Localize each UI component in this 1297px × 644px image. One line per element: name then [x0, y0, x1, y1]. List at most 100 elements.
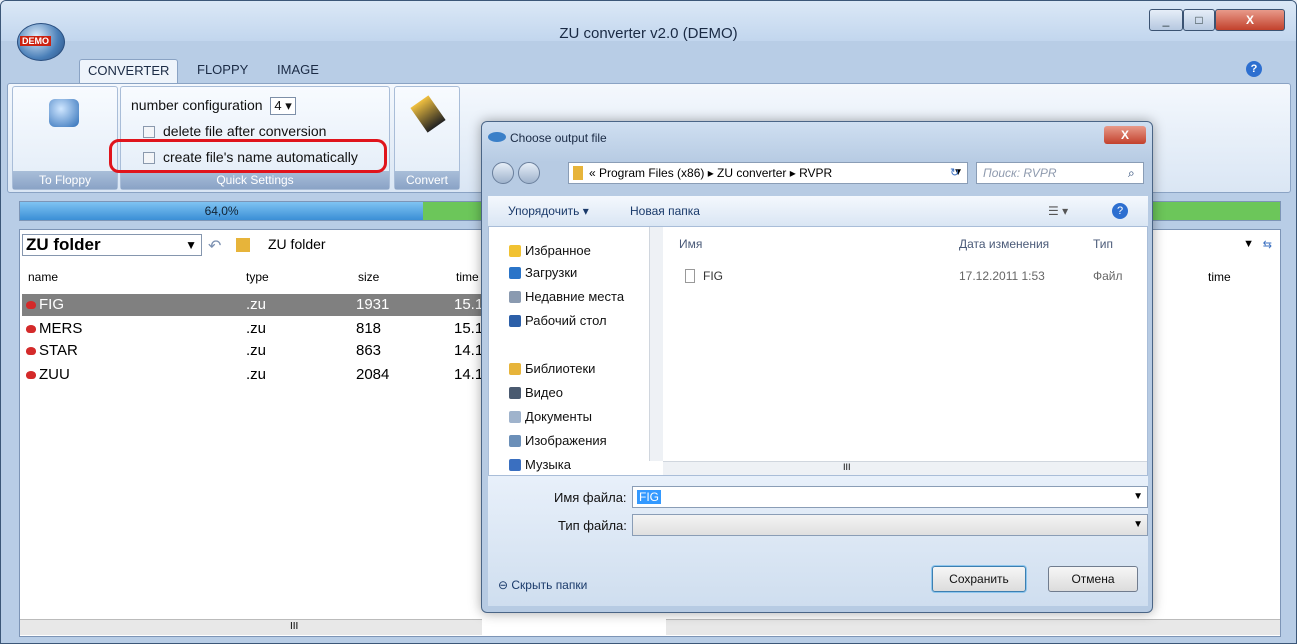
nav-scrollbar[interactable]	[649, 227, 663, 461]
help-icon[interactable]: ?	[1112, 203, 1128, 219]
convert-label: Convert	[395, 171, 459, 189]
libraries-icon	[509, 363, 521, 375]
documents-icon	[509, 411, 521, 423]
search-input[interactable]: Поиск: RVPR	[976, 162, 1144, 184]
to-floppy-label: To Floppy	[13, 171, 117, 189]
music-icon	[509, 459, 521, 471]
save-button[interactable]: Сохранить	[932, 566, 1026, 592]
current-path: ZU folder	[268, 236, 326, 252]
nav-music[interactable]: Музыка	[509, 457, 571, 472]
close-button[interactable]: X	[1215, 9, 1285, 31]
folder-icon	[236, 238, 250, 252]
file-list-item[interactable]: FIG 17.12.2011 1:53 Файл	[679, 267, 1149, 287]
number-config-label: number configuration	[131, 97, 263, 113]
title-bar: ZU converter v2.0 (DEMO) _ □ X	[1, 1, 1296, 42]
col-size[interactable]: size	[358, 270, 379, 284]
file-hscrollbar[interactable]: III	[663, 461, 1147, 475]
nav-images[interactable]: Изображения	[509, 433, 607, 448]
chevron-down-icon: ▼	[1133, 519, 1143, 530]
forward-button[interactable]	[518, 162, 540, 184]
address-bar[interactable]: « Program Files (x86) ▸ ZU converter ▸ R…	[568, 162, 968, 184]
col-header-type[interactable]: Тип	[1093, 237, 1113, 251]
zu-file-icon	[26, 325, 36, 333]
new-folder-button[interactable]: Новая папка	[630, 196, 700, 226]
quick-settings-group: number configuration 4 ▾ delete file aft…	[120, 86, 390, 190]
right-col-time[interactable]: time	[1208, 270, 1231, 284]
save-dialog: Choose output file X « Program Files (x8…	[481, 121, 1153, 613]
cancel-button[interactable]: Отмена	[1048, 566, 1138, 592]
hide-folders-button[interactable]: ⊖ Скрыть папки	[498, 578, 587, 592]
table-row[interactable]: ZUU .zu 2084 14.1	[22, 364, 483, 386]
delete-file-checkbox[interactable]	[143, 126, 155, 139]
chevron-down-icon: ▼	[1133, 491, 1143, 502]
right-hscrollbar[interactable]	[666, 619, 1280, 635]
convert-button[interactable]: Convert	[394, 86, 460, 190]
zu-file-icon	[26, 301, 36, 309]
nav-favorites[interactable]: Избранное	[509, 243, 591, 258]
demo-badge: DEMO	[20, 36, 51, 46]
desktop-icon	[509, 315, 521, 327]
navigation-pane: Избранное Загрузки Недавние места Рабочи…	[489, 227, 661, 477]
dialog-lower: Имя файла: FIG ▼ Тип файла: ▼ ⊖ Скрыть па…	[488, 476, 1148, 606]
filetype-select[interactable]: ▼	[632, 514, 1148, 536]
floppy-icon	[49, 99, 79, 127]
app-icon	[488, 132, 506, 142]
back-icon[interactable]: ↶	[208, 236, 221, 256]
maximize-button[interactable]: □	[1183, 9, 1215, 31]
delete-file-label: delete file after conversion	[163, 123, 327, 139]
minimize-button[interactable]: _	[1149, 9, 1183, 31]
nav-video[interactable]: Видео	[509, 385, 563, 400]
col-header-date[interactable]: Дата изменения	[959, 237, 1049, 251]
video-icon	[509, 387, 521, 399]
dialog-body: Избранное Загрузки Недавние места Рабочи…	[488, 226, 1148, 476]
folder-icon	[573, 166, 583, 180]
table-row[interactable]: FIG .zu 1931 15.1	[22, 294, 483, 316]
organize-menu[interactable]: Упорядочить ▾	[508, 196, 589, 226]
nav-recent[interactable]: Недавние места	[509, 289, 624, 304]
table-row[interactable]: STAR .zu 863 14.1	[22, 340, 483, 362]
progress-text: 64,0%	[204, 204, 239, 218]
recent-places-icon	[509, 291, 521, 303]
nav-desktop[interactable]: Рабочий стол	[509, 313, 607, 328]
dialog-toolbar: Упорядочить ▾ Новая папка ☰ ▾ ?	[488, 196, 1148, 226]
dialog-title: Choose output file	[510, 131, 607, 145]
left-hscrollbar[interactable]: III	[20, 619, 482, 635]
filename-input[interactable]: FIG ▼	[632, 486, 1148, 508]
magic-wand-icon	[410, 95, 446, 133]
refresh-icon[interactable]: ↻	[950, 166, 959, 179]
zu-file-icon	[26, 371, 36, 379]
nav-documents[interactable]: Документы	[509, 409, 592, 424]
col-name[interactable]: name	[28, 270, 58, 284]
app-orb-button[interactable]: DEMO	[17, 23, 65, 61]
filename-label: Имя файла:	[554, 490, 627, 505]
quick-settings-label: Quick Settings	[121, 171, 389, 189]
tab-image[interactable]: IMAGE	[269, 59, 327, 83]
dialog-close-button[interactable]: X	[1104, 126, 1146, 144]
main-window: ZU converter v2.0 (DEMO) _ □ X DEMO CONV…	[0, 0, 1297, 644]
number-config-select[interactable]: 4 ▾	[270, 97, 296, 115]
star-icon	[509, 245, 521, 257]
tab-converter[interactable]: CONVERTER	[79, 59, 179, 83]
to-floppy-button[interactable]: To Floppy	[12, 86, 118, 190]
delete-file-row: delete file after conversion	[143, 123, 326, 139]
help-icon[interactable]: ?	[1246, 61, 1262, 77]
highlight-annotation	[109, 139, 387, 173]
search-icon: ⌕	[1128, 166, 1135, 180]
tab-floppy[interactable]: FLOPPY	[189, 59, 256, 83]
chevron-down-icon: ▼	[185, 238, 197, 252]
view-icon[interactable]: ☰ ▾	[1048, 196, 1068, 226]
filetype-label: Тип файла:	[558, 518, 627, 533]
refresh-icon[interactable]: ⇆	[1263, 238, 1272, 251]
download-folder-icon	[509, 267, 521, 279]
col-time[interactable]: time	[456, 270, 479, 284]
nav-downloads[interactable]: Загрузки	[509, 265, 577, 280]
back-button[interactable]	[492, 162, 514, 184]
col-type[interactable]: type	[246, 270, 269, 284]
nav-libraries[interactable]: Библиотеки	[509, 361, 595, 376]
right-combo-arrow[interactable]: ▼	[1243, 238, 1254, 250]
table-row[interactable]: MERS .zu 818 15.1	[22, 318, 483, 340]
folder-combo[interactable]: ZU folder ▼	[22, 234, 202, 256]
window-title: ZU converter v2.0 (DEMO)	[559, 25, 738, 42]
file-icon	[685, 269, 695, 283]
col-header-name[interactable]: Имя	[679, 237, 702, 251]
